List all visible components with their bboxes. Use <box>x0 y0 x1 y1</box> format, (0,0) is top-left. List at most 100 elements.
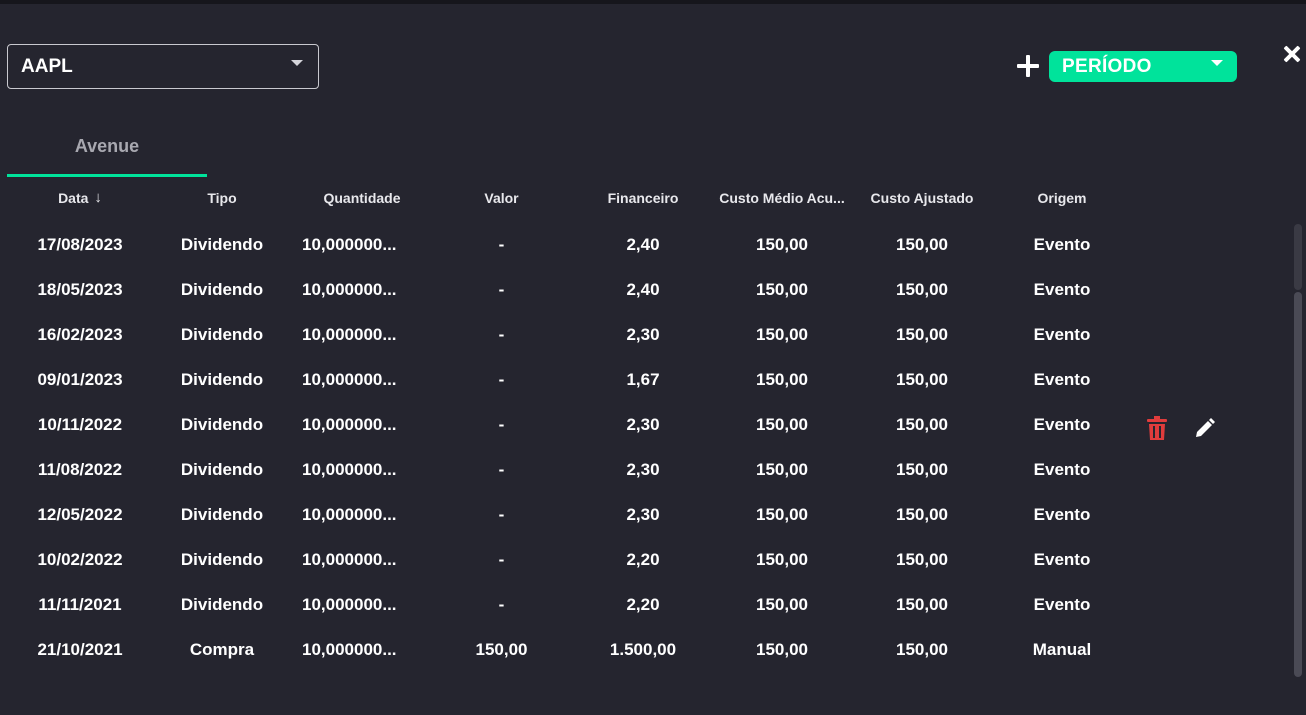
scrollbar-thumb[interactable] <box>1294 292 1302 677</box>
cell-financeiro: 2,40 <box>626 235 660 254</box>
cell-quantidade: 10,000000... <box>302 505 397 524</box>
table-row[interactable]: 10/02/2022 Dividendo 10,000000... - 2,20 150,… <box>0 537 1290 582</box>
cell-custo-medio: 150,00 <box>756 235 808 254</box>
column-header-quantidade[interactable]: Quantidade <box>302 184 422 212</box>
chevron-down-icon <box>1211 60 1223 66</box>
column-header-custo-ajustado[interactable]: Custo Ajustado <box>851 184 993 212</box>
column-header-custo-medio[interactable]: Custo Médio Acu... <box>713 184 851 212</box>
cell-custo-ajustado: 150,00 <box>896 550 948 569</box>
cell-tipo: Dividendo <box>180 595 264 614</box>
edit-icon[interactable] <box>1194 417 1216 439</box>
cell-custo-ajustado: 150,00 <box>896 415 948 434</box>
cell-tipo: Dividendo <box>180 550 264 569</box>
cell-origem: Evento <box>1033 550 1091 569</box>
cell-origem: Evento <box>1033 235 1091 254</box>
cell-data: 11/08/2022 <box>37 460 123 479</box>
cell-origem: Evento <box>1033 325 1091 344</box>
cell-origem: Evento <box>1033 595 1091 614</box>
table-row[interactable]: 21/10/2021 Compra 10,000000... 150,00 1.500,… <box>0 627 1290 672</box>
cell-custo-ajustado: 150,00 <box>896 370 948 389</box>
close-button[interactable] <box>1282 44 1302 64</box>
add-button[interactable] <box>1014 52 1042 80</box>
table-row[interactable]: 12/05/2022 Dividendo 10,000000... - 2,30 150,… <box>0 492 1290 537</box>
cell-origem: Manual <box>1032 640 1092 659</box>
cell-custo-ajustado: 150,00 <box>896 460 948 479</box>
column-header-origem[interactable]: Origem <box>993 184 1131 212</box>
cell-financeiro: 2,30 <box>626 325 660 344</box>
cell-valor: - <box>498 550 505 569</box>
cell-valor: - <box>498 325 505 344</box>
cell-data: 09/01/2023 <box>37 370 123 389</box>
cell-custo-medio: 150,00 <box>756 370 808 389</box>
cell-financeiro: 2,40 <box>626 280 660 299</box>
cell-tipo: Dividendo <box>180 415 264 434</box>
table-row[interactable]: 16/02/2023 Dividendo 10,000000... - 2,30 150,… <box>0 312 1290 357</box>
cell-valor: - <box>498 280 505 299</box>
cell-custo-medio: 150,00 <box>756 640 808 659</box>
table-row[interactable]: 09/01/2023 Dividendo 10,000000... - 1,67 150,… <box>0 357 1290 402</box>
asset-select[interactable]: AAPL <box>7 44 319 89</box>
column-header-label: Data <box>58 190 89 206</box>
cell-valor: - <box>498 460 505 479</box>
cell-custo-ajustado: 150,00 <box>896 505 948 524</box>
cell-origem: Evento <box>1033 280 1091 299</box>
cell-quantidade: 10,000000... <box>302 280 397 299</box>
scrollbar-track-segment <box>1294 224 1302 290</box>
cell-financeiro: 1,67 <box>626 370 660 389</box>
cell-custo-ajustado: 150,00 <box>896 235 948 254</box>
cell-data: 10/02/2022 <box>37 550 123 569</box>
table-row[interactable]: 10/11/2022 Dividendo 10,000000... - 2,30 150,… <box>0 402 1290 447</box>
cell-origem: Evento <box>1033 505 1091 524</box>
cell-valor: - <box>498 415 505 434</box>
tab-label: Avenue <box>74 136 140 156</box>
cell-custo-medio: 150,00 <box>756 595 808 614</box>
period-label: PERÍODO <box>1062 55 1152 77</box>
table-row[interactable]: 11/11/2021 Dividendo 10,000000... - 2,20 150,… <box>0 582 1290 627</box>
cell-financeiro: 2,30 <box>626 505 660 524</box>
column-header-data[interactable]: Data ↓ <box>0 184 160 212</box>
cell-custo-medio: 150,00 <box>756 415 808 434</box>
cell-tipo: Compra <box>189 640 255 659</box>
cell-financeiro: 2,20 <box>626 595 660 614</box>
cell-financeiro: 1.500,00 <box>609 640 677 659</box>
cell-quantidade: 10,000000... <box>302 595 397 614</box>
period-dropdown-button[interactable]: PERÍODO <box>1049 51 1237 82</box>
trash-icon[interactable] <box>1146 415 1168 441</box>
vertical-scrollbar[interactable] <box>1292 222 1304 682</box>
column-header-valor[interactable]: Valor <box>430 184 573 212</box>
window-top-bar <box>0 0 1306 4</box>
cell-custo-ajustado: 150,00 <box>896 280 948 299</box>
cell-tipo: Dividendo <box>180 235 264 254</box>
cell-origem: Evento <box>1033 415 1091 434</box>
cell-custo-ajustado: 150,00 <box>896 325 948 344</box>
cell-tipo: Dividendo <box>180 505 264 524</box>
cell-quantidade: 10,000000... <box>302 370 397 389</box>
cell-tipo: Dividendo <box>180 460 264 479</box>
table-row[interactable]: 18/05/2023 Dividendo 10,000000... - 2,40 150,… <box>0 267 1290 312</box>
table-row[interactable]: 17/08/2023 Dividendo 10,000000... - 2,40 150,… <box>0 222 1290 267</box>
cell-tipo: Dividendo <box>180 325 264 344</box>
cell-tipo: Dividendo <box>180 370 264 389</box>
cell-data: 17/08/2023 <box>37 235 123 254</box>
cell-custo-ajustado: 150,00 <box>896 595 948 614</box>
tab-avenue[interactable]: Avenue <box>7 128 207 177</box>
cell-data: 10/11/2022 <box>37 415 123 434</box>
cell-data: 21/10/2021 <box>37 640 123 659</box>
cell-valor: - <box>498 370 505 389</box>
chevron-down-icon <box>291 60 303 66</box>
cell-valor: 150,00 <box>475 640 528 659</box>
cell-custo-ajustado: 150,00 <box>896 640 948 659</box>
column-header-financeiro[interactable]: Financeiro <box>573 184 713 212</box>
cell-custo-medio: 150,00 <box>756 550 808 569</box>
cell-financeiro: 2,30 <box>626 460 660 479</box>
table-row[interactable]: 11/08/2022 Dividendo 10,000000... - 2,30 150,… <box>0 447 1290 492</box>
table-header: Data ↓ Tipo Quantidade Valor Financeiro C… <box>0 184 1306 212</box>
cell-quantidade: 10,000000... <box>302 235 397 254</box>
cell-data: 16/02/2023 <box>37 325 123 344</box>
cell-origem: Evento <box>1033 460 1091 479</box>
arrow-down-icon: ↓ <box>94 189 102 206</box>
cell-custo-medio: 150,00 <box>756 460 808 479</box>
column-header-tipo[interactable]: Tipo <box>142 184 302 212</box>
cell-custo-medio: 150,00 <box>756 325 808 344</box>
cell-data: 12/05/2022 <box>37 505 123 524</box>
